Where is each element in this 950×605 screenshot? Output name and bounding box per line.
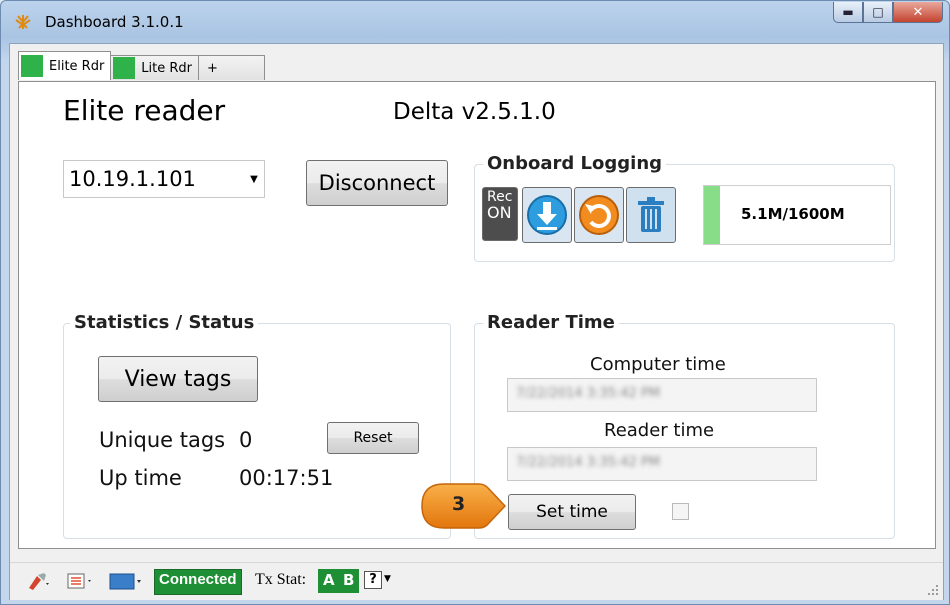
client-area: Elite Rdr Lite Rdr + Elite reader Delta … xyxy=(9,43,944,600)
trash-icon xyxy=(638,197,664,232)
storage-text: 5.1M/1600M xyxy=(741,205,845,223)
firmware-version: Delta v2.5.1.0 xyxy=(393,99,556,125)
reader-name: Elite reader xyxy=(63,94,226,127)
statistics-title: Statistics / Status xyxy=(70,312,259,333)
maximize-button[interactable]: □ xyxy=(863,2,893,23)
ip-address-select[interactable]: 10.19.1.101 ▼ xyxy=(63,160,265,198)
computer-time-value: 7/22/2014 3:35:42 PM xyxy=(516,386,661,401)
tab-lite-rdr[interactable]: Lite Rdr xyxy=(110,55,200,80)
storage-fill xyxy=(704,186,720,244)
maximize-icon: □ xyxy=(872,5,884,19)
reset-log-button[interactable] xyxy=(574,187,624,243)
computer-time-label: Computer time xyxy=(590,354,726,375)
onboard-logging-group: Onboard Logging Rec ON 5.1M/1600M xyxy=(474,153,895,262)
undo-icon xyxy=(579,195,619,235)
tools-icon xyxy=(29,573,49,590)
reader-time-field: 7/22/2014 3:35:42 PM xyxy=(507,447,817,481)
title-bar[interactable]: Dashboard 3.1.0.1 ▬ □ ✕ xyxy=(1,1,949,43)
tab-strip: Elite Rdr Lite Rdr + xyxy=(18,51,265,80)
antenna-a-badge: A xyxy=(318,569,340,593)
status-square-icon xyxy=(21,55,43,77)
window-title: Dashboard 3.1.0.1 xyxy=(45,13,184,31)
tx-stat-label: Tx Stat: xyxy=(255,571,307,588)
list-icon xyxy=(67,573,91,589)
tab-label: Lite Rdr xyxy=(141,60,193,76)
tab-label: Elite Rdr xyxy=(49,58,105,74)
minimize-icon: ▬ xyxy=(842,5,854,19)
download-log-button[interactable] xyxy=(522,187,572,243)
reader-panel: Elite reader Delta v2.5.1.0 10.19.1.101 … xyxy=(18,81,936,549)
chevron-down-icon: ▼ xyxy=(250,173,258,185)
clear-log-button[interactable] xyxy=(626,187,676,243)
close-icon: ✕ xyxy=(912,4,924,20)
monitor-icon xyxy=(109,573,141,590)
reset-button[interactable]: Reset xyxy=(327,422,419,454)
tab-label: + xyxy=(207,60,218,76)
minimize-button[interactable]: ▬ xyxy=(833,2,863,23)
tools-dropdown[interactable] xyxy=(26,571,52,591)
reader-time-title: Reader Time xyxy=(483,312,619,333)
status-square-icon xyxy=(113,57,136,79)
unique-tags-label: Unique tags xyxy=(99,428,226,452)
computer-time-field: 7/22/2014 3:35:42 PM xyxy=(507,378,817,412)
tab-elite-rdr[interactable]: Elite Rdr xyxy=(18,51,112,80)
reader-time-label: Reader time xyxy=(604,420,715,441)
view-tags-button[interactable]: View tags xyxy=(98,356,258,402)
app-window: Dashboard 3.1.0.1 ▬ □ ✕ Elite Rdr Lite R… xyxy=(0,0,950,605)
status-bar: Connected Tx Stat: A B ? ▼ xyxy=(10,562,943,600)
callout-number: 3 xyxy=(452,493,466,515)
onboard-logging-title: Onboard Logging xyxy=(483,153,667,174)
set-time-button[interactable]: Set time xyxy=(508,494,636,530)
connection-status-badge: Connected xyxy=(154,569,242,595)
tab-add[interactable]: + xyxy=(198,55,265,80)
uptime-value: 00:17:51 xyxy=(239,466,334,490)
display-dropdown[interactable] xyxy=(108,571,144,591)
list-view-dropdown[interactable] xyxy=(66,571,96,591)
reader-time-value: 7/22/2014 3:35:42 PM xyxy=(516,455,661,470)
disconnect-button[interactable]: Disconnect xyxy=(306,160,448,206)
chevron-down-icon[interactable]: ▼ xyxy=(384,574,391,594)
ip-address-value: 10.19.1.101 xyxy=(69,167,196,191)
unique-tags-value: 0 xyxy=(239,428,253,452)
rec-state: ON xyxy=(487,203,512,222)
log-storage-gauge: 5.1M/1600M xyxy=(703,185,891,245)
download-icon xyxy=(527,195,567,235)
reader-time-group: Reader Time Computer time 7/22/2014 3:35… xyxy=(474,312,895,539)
help-button[interactable]: ? xyxy=(364,571,382,589)
resize-grip-icon[interactable] xyxy=(927,584,939,596)
rec-on-button[interactable]: Rec ON xyxy=(482,187,518,241)
step-callout: 3 xyxy=(419,481,509,531)
app-logo-icon xyxy=(15,15,31,29)
statistics-group: Statistics / Status View tags Unique tag… xyxy=(63,312,451,539)
close-button[interactable]: ✕ xyxy=(893,2,943,23)
auto-set-time-checkbox[interactable] xyxy=(672,503,689,520)
uptime-label: Up time xyxy=(99,466,182,490)
antenna-b-badge: B xyxy=(338,569,360,593)
